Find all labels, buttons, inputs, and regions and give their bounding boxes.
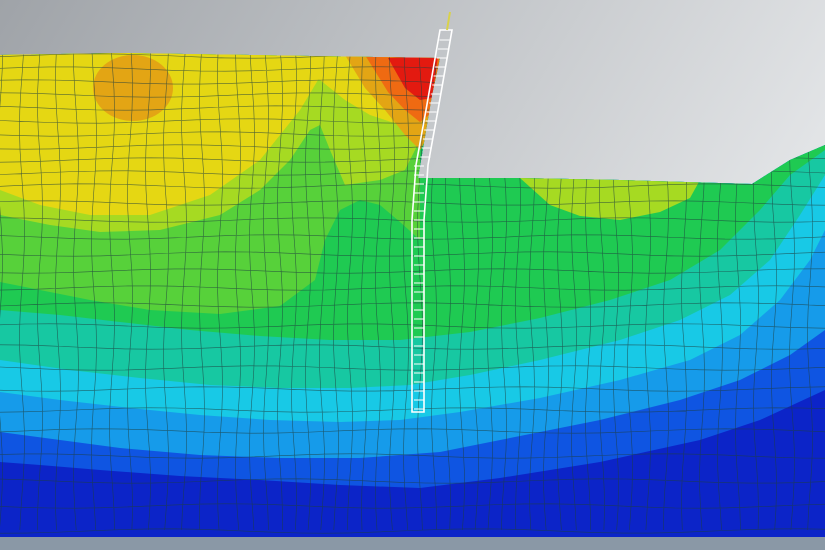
fe-contour-plot <box>0 0 825 550</box>
fe-result-viewport[interactable] <box>0 0 825 550</box>
footer-bar <box>0 537 825 550</box>
band-amber-spot <box>93 55 173 121</box>
